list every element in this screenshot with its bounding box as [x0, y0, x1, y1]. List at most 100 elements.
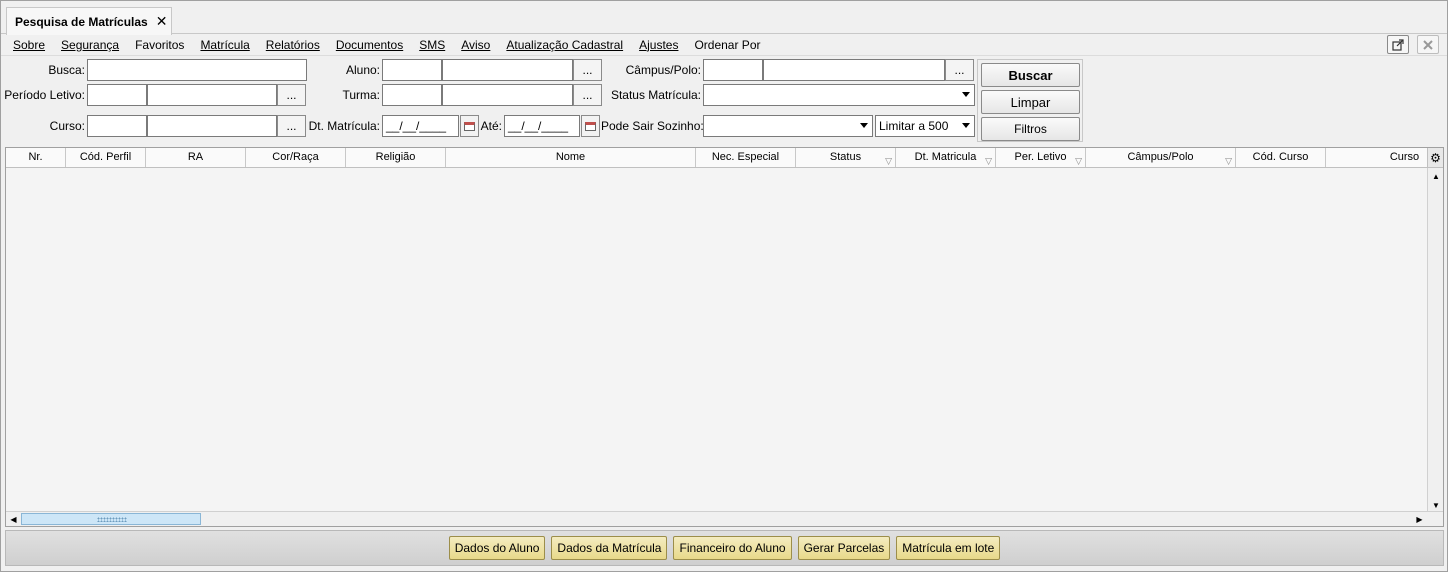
- menu-atualizacao-cadastral[interactable]: Atualização Cadastral: [498, 38, 631, 52]
- limpar-button[interactable]: Limpar: [981, 90, 1080, 114]
- ate-input[interactable]: __/__/____: [504, 115, 580, 137]
- scroll-right-icon[interactable]: ▶: [1412, 512, 1427, 526]
- menu-relatorios[interactable]: Relatórios: [258, 38, 328, 52]
- menu-matricula[interactable]: Matrícula: [192, 38, 257, 52]
- gerar-parcelas-button[interactable]: Gerar Parcelas: [797, 536, 891, 560]
- menu-documentos[interactable]: Documentos: [328, 38, 411, 52]
- periodo-code-input[interactable]: [87, 84, 147, 106]
- dados-matricula-button[interactable]: Dados da Matrícula: [551, 536, 668, 560]
- column-label: Curso: [1389, 151, 1420, 163]
- column-header-nec-especial[interactable]: Nec. Especial: [696, 148, 796, 167]
- busca-input[interactable]: [87, 59, 307, 81]
- column-header-curso[interactable]: Curso: [1326, 148, 1427, 167]
- calendar-icon[interactable]: [581, 115, 600, 137]
- column-header-cor-raca[interactable]: Cor/Raça: [246, 148, 346, 167]
- column-label: RA: [187, 151, 204, 163]
- filter-icon[interactable]: ▽: [1075, 152, 1082, 171]
- menu-seguranca[interactable]: Segurança: [53, 38, 127, 52]
- filter-icon[interactable]: ▽: [885, 152, 892, 171]
- column-header-dt-matricula[interactable]: Dt. Matricula ▽: [896, 148, 996, 167]
- gear-icon[interactable]: ⚙: [1427, 148, 1443, 167]
- column-label: Nome: [555, 151, 586, 163]
- column-header-status[interactable]: Status ▽: [796, 148, 896, 167]
- periodo-name-input[interactable]: [147, 84, 277, 106]
- matricula-em-lote-button[interactable]: Matrícula em lote: [896, 536, 1001, 560]
- scroll-left-icon[interactable]: ◀: [6, 512, 21, 526]
- scroll-down-icon[interactable]: ▼: [1429, 498, 1443, 512]
- scroll-up-icon[interactable]: ▲: [1429, 169, 1443, 183]
- search-form: Busca: Aluno: ... Câmpus/Polo: ... Perío…: [1, 57, 1447, 145]
- column-label: Per. Letivo: [1014, 151, 1067, 163]
- scroll-thumb[interactable]: [21, 513, 201, 525]
- tab-close-icon[interactable]: ✕: [156, 13, 168, 30]
- limit-select[interactable]: Limitar a 500: [875, 115, 975, 137]
- close-icon[interactable]: [1417, 35, 1439, 54]
- app-window: Pesquisa de Matrículas ✕ Sobre Segurança…: [0, 0, 1448, 572]
- filter-icon[interactable]: ▽: [1225, 152, 1232, 171]
- tab-pesquisa-matriculas[interactable]: Pesquisa de Matrículas ✕: [6, 7, 172, 35]
- vertical-scrollbar[interactable]: ▲ ▼: [1427, 168, 1443, 513]
- aluno-code-input[interactable]: [382, 59, 442, 81]
- aluno-label: Aluno:: [345, 63, 380, 77]
- status-select[interactable]: [703, 84, 975, 106]
- turma-code-input[interactable]: [382, 84, 442, 106]
- dt-matricula-label: Dt. Matrícula:: [308, 119, 380, 133]
- column-label: Dt. Matricula: [914, 151, 977, 163]
- column-label: Nec. Especial: [711, 151, 780, 163]
- calendar-icon[interactable]: [460, 115, 479, 137]
- menu-favoritos[interactable]: Favoritos: [127, 38, 192, 52]
- filter-icon[interactable]: ▽: [985, 152, 992, 171]
- campus-code-input[interactable]: [703, 59, 763, 81]
- curso-label: Curso:: [49, 119, 85, 133]
- dt-matricula-input[interactable]: __/__/____: [382, 115, 459, 137]
- column-header-nome[interactable]: Nome: [446, 148, 696, 167]
- horizontal-scrollbar[interactable]: ◀ ▶: [6, 511, 1443, 526]
- periodo-lookup-button[interactable]: ...: [277, 84, 306, 106]
- turma-name-input[interactable]: [442, 84, 573, 106]
- curso-name-input[interactable]: [147, 115, 277, 137]
- table-header: Nr. Cód. Perfil RA Cor/Raça Religião Nom…: [6, 148, 1443, 168]
- menu-ajustes[interactable]: Ajustes: [631, 38, 686, 52]
- pode-sair-select[interactable]: [703, 115, 873, 137]
- campus-label: Câmpus/Polo:: [625, 63, 701, 77]
- ate-label: Até:: [480, 119, 502, 133]
- chevron-down-icon: [860, 123, 868, 128]
- curso-code-input[interactable]: [87, 115, 147, 137]
- window-buttons: [1387, 35, 1439, 54]
- column-header-ra[interactable]: RA: [146, 148, 246, 167]
- campus-lookup-button[interactable]: ...: [945, 59, 974, 81]
- bottom-toolbar: Dados do Aluno Dados da Matrícula Financ…: [5, 530, 1444, 566]
- column-label: Cód. Curso: [1252, 151, 1309, 163]
- chevron-down-icon: [962, 92, 970, 97]
- external-window-icon[interactable]: [1387, 35, 1409, 54]
- column-header-per-letivo[interactable]: Per. Letivo ▽: [996, 148, 1086, 167]
- column-header-cod-perfil[interactable]: Cód. Perfil: [66, 148, 146, 167]
- turma-lookup-button[interactable]: ...: [573, 84, 602, 106]
- buscar-button[interactable]: Buscar: [981, 63, 1080, 87]
- menu-sms[interactable]: SMS: [411, 38, 453, 52]
- menu-ordenar-por[interactable]: Ordenar Por: [686, 38, 768, 52]
- grip-icon: [97, 517, 127, 522]
- column-label: Status: [829, 151, 862, 163]
- column-label: Religião: [375, 151, 416, 163]
- pode-sair-label: Pode Sair Sozinho:: [601, 119, 704, 133]
- column-header-religiao[interactable]: Religião: [346, 148, 446, 167]
- column-header-campus-polo[interactable]: Câmpus/Polo ▽: [1086, 148, 1236, 167]
- dados-aluno-button[interactable]: Dados do Aluno: [448, 536, 546, 560]
- filtros-button[interactable]: Filtros: [981, 117, 1080, 141]
- limit-select-value: Limitar a 500: [879, 119, 949, 133]
- aluno-name-input[interactable]: [442, 59, 573, 81]
- column-header-nr[interactable]: Nr.: [6, 148, 66, 167]
- menu-sobre[interactable]: Sobre: [1, 38, 53, 52]
- campus-name-input[interactable]: [763, 59, 945, 81]
- menu-bar: Sobre Segurança Favoritos Matrícula Rela…: [1, 34, 1447, 56]
- results-table: Nr. Cód. Perfil RA Cor/Raça Religião Nom…: [5, 147, 1444, 527]
- column-label: Câmpus/Polo: [1127, 151, 1194, 163]
- aluno-lookup-button[interactable]: ...: [573, 59, 602, 81]
- column-header-cod-curso[interactable]: Cód. Curso: [1236, 148, 1326, 167]
- action-buttons-panel: Buscar Limpar Filtros: [977, 59, 1083, 142]
- curso-lookup-button[interactable]: ...: [277, 115, 306, 137]
- financeiro-aluno-button[interactable]: Financeiro do Aluno: [673, 536, 792, 560]
- tab-title: Pesquisa de Matrículas: [15, 14, 148, 29]
- menu-aviso[interactable]: Aviso: [453, 38, 498, 52]
